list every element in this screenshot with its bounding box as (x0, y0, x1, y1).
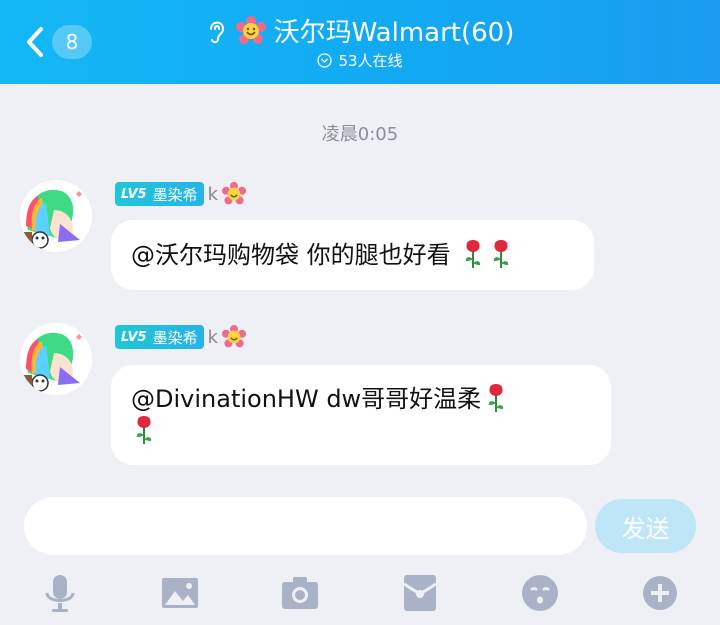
avatar[interactable] (20, 180, 92, 252)
chat-header: 8 沃尔玛Walmart(60) 53人在线 (0, 0, 720, 84)
message-text: @沃尔玛购物袋 你的腿也好看 (131, 241, 451, 269)
level-badge: LV5 墨染希 (115, 182, 204, 206)
sender-suffix: k (207, 183, 219, 205)
rose-icon (488, 384, 504, 412)
input-toolbar (0, 565, 720, 625)
online-count-text: 53人在线 (338, 52, 403, 70)
rose-icon (136, 416, 152, 444)
emoji-icon[interactable] (520, 573, 560, 613)
flower-emoji-icon (222, 325, 247, 348)
sender-name: 墨染希 (152, 185, 198, 204)
ear-icon[interactable] (206, 17, 228, 45)
chat-message: LV5 墨染希 k @DivinationHW dw哥哥好温柔 (0, 315, 720, 470)
message-text: @DivinationHW dw哥哥好温柔 (131, 385, 482, 413)
sender-name: 墨染希 (152, 328, 198, 347)
message-timestamp: 凌晨0:05 (321, 124, 399, 145)
sender-nameline[interactable]: LV5 墨染希 k (115, 182, 247, 206)
sender-suffix: k (207, 326, 219, 348)
group-title-row[interactable]: 沃尔玛Walmart(60) (0, 12, 720, 49)
message-bubble[interactable]: @DivinationHW dw哥哥好温柔 (111, 365, 611, 465)
avatar[interactable] (20, 323, 92, 395)
red-packet-icon[interactable] (400, 573, 440, 613)
plus-icon[interactable] (640, 573, 680, 613)
chevron-down-circle-icon (317, 53, 333, 68)
rose-icon (466, 240, 481, 268)
level-badge: LV5 墨染希 (115, 325, 204, 349)
message-bubble[interactable]: @沃尔玛购物袋 你的腿也好看 (111, 220, 594, 290)
send-button[interactable]: 发送 (595, 499, 696, 553)
flower-emoji-icon (222, 182, 247, 205)
flower-emoji-icon (235, 15, 266, 44)
camera-icon[interactable] (280, 573, 320, 613)
sender-nameline[interactable]: LV5 墨染希 k (115, 325, 247, 349)
message-input[interactable] (24, 497, 587, 555)
rose-icon (494, 240, 509, 268)
microphone-icon[interactable] (40, 573, 80, 613)
group-title: 沃尔玛Walmart(60) (273, 18, 515, 48)
chat-message: LV5 墨染希 k @沃尔玛购物袋 你的腿也好看 (0, 172, 720, 297)
image-icon[interactable] (160, 573, 200, 613)
online-status[interactable]: 53人在线 (0, 50, 720, 71)
